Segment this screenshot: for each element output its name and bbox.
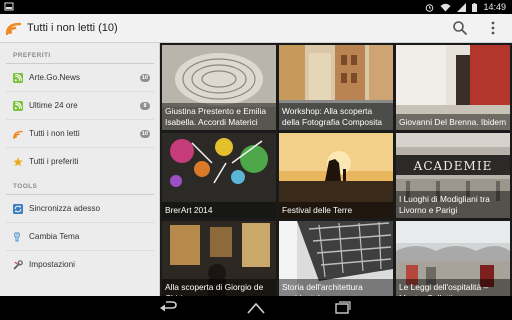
system-navigation-bar [0, 296, 512, 320]
drawer-item-label: Tutti i preferiti [29, 157, 79, 166]
drawer-item-label: Tutti i non letti [29, 129, 80, 138]
drawer-item-impostazioni[interactable]: Impostazioni [0, 252, 159, 278]
drawer-item-label: Ultime 24 ore [29, 101, 78, 110]
article-tile[interactable]: Festival delle Terre [279, 133, 393, 218]
section-divider [6, 63, 154, 64]
alarm-icon [426, 3, 434, 12]
section-header-preferiti: PREFERITI [13, 52, 51, 59]
unread-count-badge: 8 [140, 102, 150, 110]
rss-unread-icon [13, 130, 23, 139]
search-icon[interactable] [452, 20, 468, 36]
article-title: Giovanni Del Brenna. Ibidem [396, 113, 510, 130]
unread-count-badge: 10 [139, 74, 150, 82]
article-title: Giustina Prestento e Emilia Isabella. Ac… [162, 103, 276, 130]
back-icon[interactable] [158, 301, 178, 315]
article-tile[interactable]: Le Leggi dell'ospitalità – Mostra Collet… [396, 221, 510, 306]
overflow-menu-icon[interactable] [488, 20, 498, 36]
action-bar: Tutti i non letti (10) [0, 14, 512, 43]
article-title: I Luoghi di Modigliani tra Livorno e Par… [396, 191, 510, 218]
article-tile[interactable]: Giovanni Del Brenna. Ibidem [396, 45, 510, 130]
app-rss-icon[interactable] [6, 21, 22, 35]
article-title: Workshop: Alla scoperta della Fotografia… [279, 103, 393, 130]
item-divider [6, 91, 154, 92]
wifi-icon [440, 3, 451, 11]
home-icon[interactable] [246, 301, 266, 315]
star-icon [13, 157, 23, 167]
notification-icon [4, 2, 14, 11]
rss-feed-icon [13, 73, 23, 83]
drawer-item-label: Sincronizza adesso [29, 204, 100, 213]
article-grid: Giustina Prestento e Emilia Isabella. Ac… [162, 45, 510, 306]
article-title: Festival delle Terre [279, 201, 393, 218]
page-title: Tutti i non letti (10) [27, 22, 118, 34]
academie-sign: ACADEMIE [413, 159, 493, 173]
section-header-tools: TOOLS [13, 183, 38, 190]
drawer-item-tutti-i-preferiti[interactable]: Tutti i preferiti [0, 149, 159, 175]
drawer-item-label: Cambia Tema [29, 232, 80, 241]
sync-icon [13, 204, 23, 214]
status-bar: 14:49 [0, 0, 512, 14]
wrench-icon [13, 260, 23, 270]
section-divider [6, 194, 154, 195]
article-tile[interactable]: Workshop: Alla scoperta della Fotografia… [279, 45, 393, 130]
item-divider [6, 250, 154, 251]
item-divider [6, 222, 154, 223]
recents-icon[interactable] [333, 301, 353, 315]
drawer-item-arte-go-news[interactable]: Arte.Go.News 10 [0, 65, 159, 91]
rss-feed-icon [13, 101, 23, 111]
drawer-item-label: Arte.Go.News [29, 73, 80, 82]
clock: 14:49 [483, 2, 506, 12]
unread-count-badge: 10 [139, 130, 150, 138]
article-tile[interactable]: Storia dell'architettura occidentale [279, 221, 393, 306]
drawer-item-label: Impostazioni [29, 260, 75, 269]
article-tile[interactable]: Giustina Prestento e Emilia Isabella. Ac… [162, 45, 276, 130]
brush-icon [14, 232, 20, 242]
item-divider [6, 147, 154, 148]
article-tile[interactable]: ACADEMIE I Luoghi di Modigliani tra Livo… [396, 133, 510, 218]
signal-icon [457, 2, 467, 12]
drawer-item-tutti-i-non-letti[interactable]: Tutti i non letti 10 [0, 121, 159, 147]
article-tile[interactable]: BrerArt 2014 [162, 133, 276, 218]
item-divider [6, 119, 154, 120]
navigation-drawer: PREFERITI Arte.Go.News 10 Ultime 24 ore … [0, 43, 160, 296]
article-title: BrerArt 2014 [162, 201, 276, 218]
drawer-item-sincronizza-adesso[interactable]: Sincronizza adesso [0, 196, 159, 222]
drawer-item-cambia-tema[interactable]: Cambia Tema [0, 224, 159, 250]
article-tile[interactable]: Alla scoperta di Giorgio de Chirico [162, 221, 276, 306]
drawer-item-ultime-24-ore[interactable]: Ultime 24 ore 8 [0, 93, 159, 119]
battery-icon [472, 2, 478, 12]
